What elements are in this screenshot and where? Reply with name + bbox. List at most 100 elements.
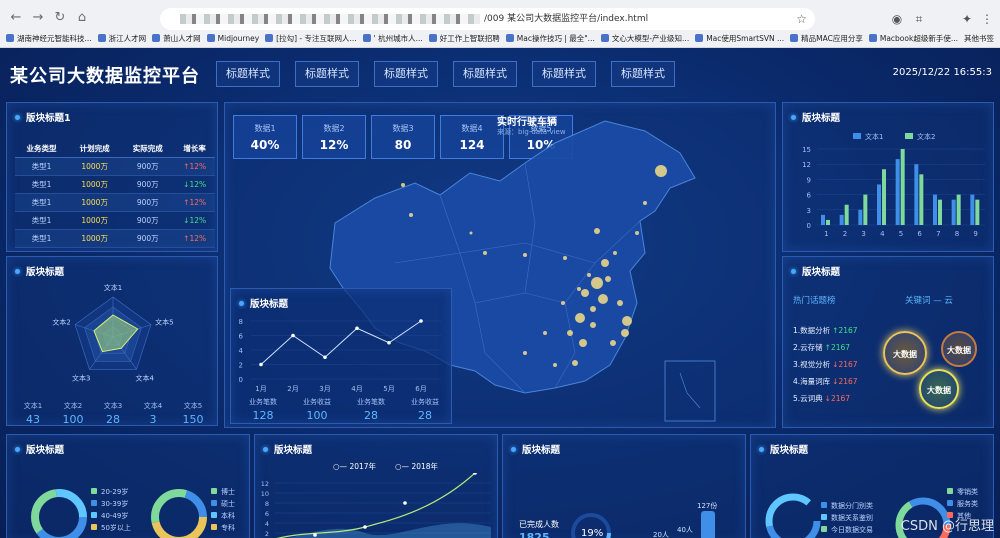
panel-title: 版块标题1 <box>15 110 71 124</box>
table-cell: 类型1 <box>15 157 69 176</box>
bookmark-label: Mac使用SmartSVN ... <box>706 34 785 43</box>
y-tick-label: 9 <box>807 176 811 184</box>
keyword-bubble[interactable]: 大数据 <box>919 369 959 409</box>
city-marker <box>601 259 609 267</box>
legend-item: 数据关系鉴别 <box>821 513 873 523</box>
bookmark-item[interactable]: 萧山人才网 <box>152 31 201 47</box>
legend-item: 30-39岁 <box>91 499 128 509</box>
legend-label: 文本1 <box>865 132 883 141</box>
bookmark-icon <box>97 34 106 42</box>
bookmark-item[interactable]: Macbook超级新手使... <box>868 31 958 47</box>
x-tick-label: 3月 <box>319 385 330 393</box>
table-cell: ↑12% <box>174 157 215 176</box>
city-marker <box>613 251 617 255</box>
bookmark-icon <box>790 34 799 42</box>
profile-icon[interactable]: ◉ <box>888 10 906 28</box>
city-marker <box>622 316 632 326</box>
hot-item-text: 5.云词典 <box>793 394 823 403</box>
city-marker <box>621 329 629 337</box>
y-tick-label: 8 <box>265 500 269 508</box>
hot-item-text: 4.海量词库 <box>793 377 831 386</box>
screenshot-icon[interactable]: ⌗ <box>910 10 928 28</box>
hot-item-text: 1.数据分析 <box>793 326 831 335</box>
tab-1[interactable]: 标题样式 <box>216 61 280 87</box>
city-marker <box>610 340 616 346</box>
reload-icon[interactable]: ↻ <box>50 8 70 28</box>
line-point <box>355 326 359 331</box>
tab-3[interactable]: 标题样式 <box>374 61 438 87</box>
city-marker <box>617 300 623 306</box>
table-row[interactable]: 类型1 1000万 900万 ↑12% <box>15 193 215 212</box>
table-row[interactable]: 类型1 1000万 900万 ↑12% <box>15 157 215 176</box>
redacted-url-prefix <box>180 13 480 24</box>
hot-item[interactable]: 5.云词典 ↓2167 <box>793 393 850 404</box>
panel-title: 版块标题 <box>263 442 312 456</box>
extensions-icon[interactable]: ✦ <box>958 10 976 28</box>
keyword-bubble[interactable]: 大数据 <box>941 331 977 367</box>
table-row[interactable]: 类型1 1000万 900万 ↓12% <box>15 175 215 194</box>
bar-chart: 文本1 文本2036912151 2 3 4 5 6 7 8 9 <box>802 132 985 238</box>
tab-4[interactable]: 标题样式 <box>453 61 517 87</box>
line-stat: 业务收益 28 <box>399 397 451 422</box>
panel-line-mid: 版块标题 0 2 4 6 8 1月 2月 3月 4月 5月 6月 业务笔数 128 业务收益 100 业务笔… <box>230 288 452 424</box>
bookmark-item[interactable]: 湖南神经元智能科技... <box>6 31 92 47</box>
bookmark-item[interactable]: ' 杭州城市人... <box>362 31 423 47</box>
bookmark-item[interactable]: Mac操作技巧 | 最全"... <box>505 31 595 47</box>
legend-swatch <box>91 488 97 494</box>
menu-icon[interactable]: ⋮ <box>978 10 996 28</box>
table-cell: 1000万 <box>68 193 122 212</box>
line-point <box>419 319 423 323</box>
bookmark-icon <box>206 34 215 42</box>
bookmark-item[interactable]: Midjourney <box>206 31 259 47</box>
bookmark-item[interactable]: 文心大模型-产业级知... <box>600 31 689 47</box>
bookmark-star-icon[interactable]: ☆ <box>796 8 807 30</box>
city-marker <box>605 276 611 282</box>
home-icon[interactable]: ⌂ <box>72 8 92 28</box>
hot-item[interactable]: 1.数据分析 ↑2167 <box>793 325 858 336</box>
radar-stat: 文本5 150 <box>175 401 211 426</box>
bookmark-item[interactable]: 好工作上智联招聘 <box>428 31 500 47</box>
table-cell: ↓12% <box>174 175 215 194</box>
table-cell: 1000万 <box>68 157 122 176</box>
stat-value: 3 <box>149 413 157 426</box>
tab-6[interactable]: 标题样式 <box>611 61 675 87</box>
other-bookmarks[interactable]: 其他书签 <box>964 31 994 47</box>
address-url: /009 某公司大数据监控平台/index.html <box>484 14 649 24</box>
bookmark-item[interactable]: 精品MAC应用分享 <box>790 31 863 47</box>
people-3: 127份 <box>697 502 718 510</box>
stat-label: 业务收益 <box>411 398 439 406</box>
hot-item[interactable]: 3.视觉分析 ↓2167 <box>793 359 858 370</box>
keyword-bubble[interactable]: 大数据 <box>883 331 927 375</box>
table-row[interactable]: 类型1 1000万 900万 ↓12% <box>15 211 215 230</box>
y-tick-label: 15 <box>802 146 811 154</box>
stat-value: 28 <box>418 409 432 422</box>
y-tick-label: 6 <box>807 192 812 200</box>
address-bar[interactable]: /009 某公司大数据监控平台/index.html ☆ <box>160 8 815 30</box>
area-line-chart: 024681012 <box>261 473 491 538</box>
tab-5[interactable]: 标题样式 <box>532 61 596 87</box>
table-row[interactable]: 类型1 1000万 900万 ↑12% <box>15 229 215 248</box>
bookmark-label: ' 杭州城市人... <box>373 34 423 43</box>
hot-item[interactable]: 4.海量词库 ↓2167 <box>793 376 858 387</box>
panel-title: 版块标题 <box>791 110 840 124</box>
y-tick-label: 4 <box>239 347 244 355</box>
table-cell: 1000万 <box>68 175 122 194</box>
radar-chart: 文本1 文本5 文本4 文本3 文本2 <box>52 283 173 382</box>
business-table: 业务类型 计划完成 实际完成 增长率 类型1 1000万 900万 ↑12% 类型1 1000万… <box>15 141 215 248</box>
bookmark-item[interactable]: [拉勾] - 专注互联网人... <box>265 31 357 47</box>
hot-item[interactable]: 2.云存储 ↑2167 <box>793 342 850 353</box>
bookmark-item[interactable]: 浙江人才网 <box>97 31 146 47</box>
back-icon[interactable]: ← <box>6 8 26 28</box>
percent: 19% <box>581 528 604 538</box>
x-tick-label: 4月 <box>351 385 362 393</box>
forward-icon[interactable]: → <box>28 8 48 28</box>
line-chart: 0 2 4 6 8 1月 2月 3月 4月 5月 6月 <box>239 318 441 393</box>
legend-swatch <box>821 514 827 520</box>
bookmark-item[interactable]: Mac使用SmartSVN ... <box>695 31 784 47</box>
tab-2[interactable]: 标题样式 <box>295 61 359 87</box>
stat-value: 43 <box>26 413 40 426</box>
x-tick-label: 6月 <box>415 385 426 393</box>
line-series <box>260 320 422 365</box>
city-marker <box>553 363 557 367</box>
city-marker <box>561 301 565 305</box>
